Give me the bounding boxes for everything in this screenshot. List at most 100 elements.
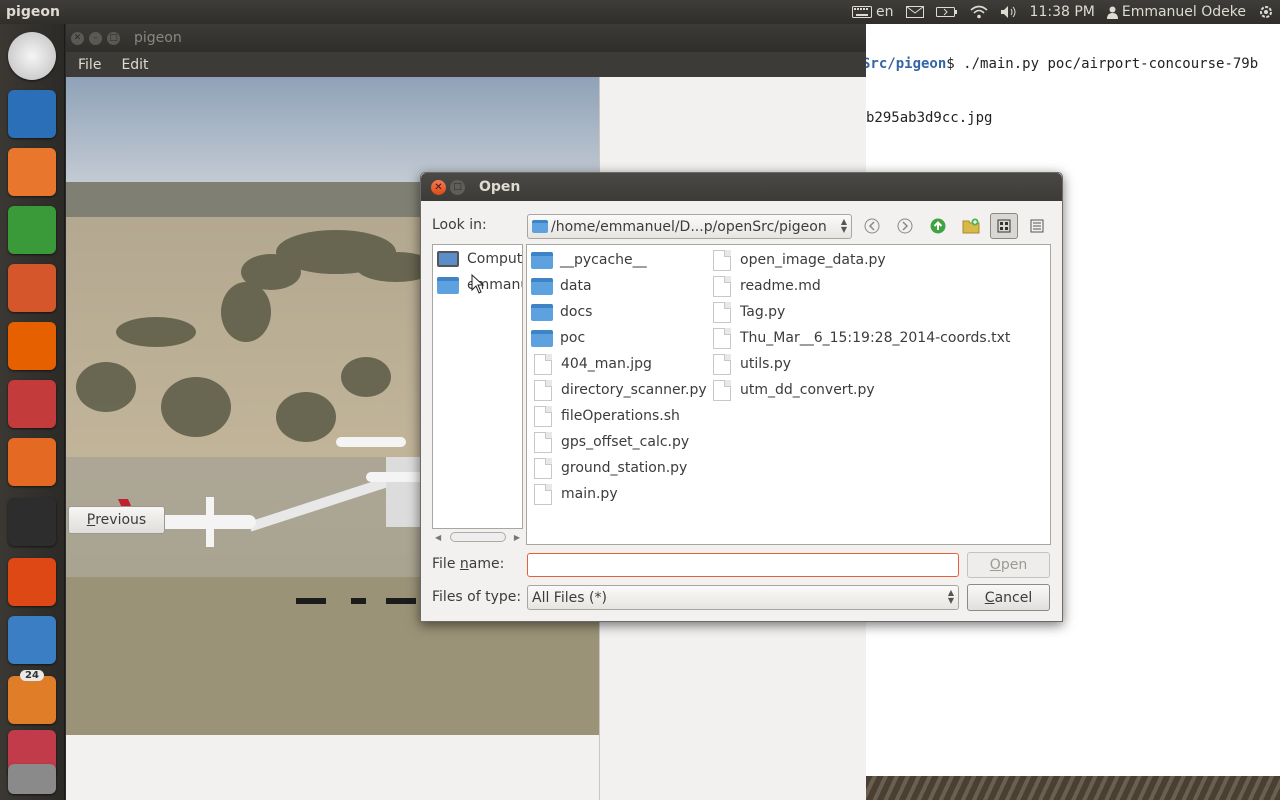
list-item[interactable]: 404_man.jpg bbox=[531, 352, 652, 376]
files-of-type-combo[interactable]: All Files (*) ▲ ▼ bbox=[527, 585, 959, 610]
list-item[interactable]: fileOperations.sh bbox=[531, 404, 680, 428]
libreoffice-impress-icon[interactable] bbox=[8, 264, 56, 312]
sidebar-hscrollbar[interactable]: ◀ ▶ bbox=[432, 530, 523, 544]
list-item[interactable]: main.py bbox=[531, 482, 618, 506]
clock[interactable]: 11:38 PM bbox=[1030, 4, 1095, 20]
previous-label: revious bbox=[95, 512, 147, 528]
list-item[interactable]: utm_dd_convert.py bbox=[710, 378, 875, 402]
list-item[interactable]: data bbox=[531, 274, 592, 298]
terminal-command: $ ./main.py poc/airport-concourse-79b bbox=[946, 56, 1259, 72]
maximize-icon[interactable]: □ bbox=[450, 179, 465, 195]
dialog-title: Open bbox=[479, 179, 521, 195]
mail-icon[interactable] bbox=[905, 6, 924, 18]
detail-view-button[interactable] bbox=[1023, 213, 1051, 239]
libreoffice-writer-icon[interactable] bbox=[8, 90, 56, 138]
file-icon bbox=[534, 353, 552, 375]
back-button[interactable] bbox=[858, 213, 886, 239]
file-icon bbox=[713, 353, 731, 375]
user-menu[interactable]: Emmanuel Odeke bbox=[1106, 4, 1246, 20]
file-icon bbox=[534, 379, 552, 401]
keyboard-layout-label: en bbox=[876, 4, 894, 20]
dialog-titlebar[interactable]: ✕ □ Open bbox=[421, 173, 1062, 201]
file-name: ground_station.py bbox=[561, 460, 688, 476]
new-folder-button[interactable] bbox=[957, 213, 985, 239]
trash-icon[interactable] bbox=[8, 764, 56, 794]
pigeon-titlebar[interactable]: ✕ – □ pigeon bbox=[66, 24, 866, 52]
list-item[interactable]: __pycache__ bbox=[531, 248, 647, 272]
chromium-icon[interactable] bbox=[8, 616, 56, 664]
sidebar-item-computer[interactable]: Computer bbox=[437, 247, 523, 271]
wifi-icon[interactable] bbox=[970, 5, 988, 19]
file-icon bbox=[713, 301, 731, 323]
list-item[interactable]: Tag.py bbox=[710, 300, 785, 324]
list-item[interactable]: docs bbox=[531, 300, 592, 324]
forward-button[interactable] bbox=[891, 213, 919, 239]
list-item[interactable]: open_image_data.py bbox=[710, 248, 886, 272]
list-item[interactable]: readme.md bbox=[710, 274, 821, 298]
scroll-right-icon[interactable]: ▶ bbox=[514, 533, 520, 542]
files-of-type-label: Files of type: bbox=[432, 589, 522, 605]
folder-icon bbox=[531, 251, 553, 269]
menu-file[interactable]: File bbox=[70, 57, 109, 73]
list-item[interactable]: directory_scanner.py bbox=[531, 378, 707, 402]
terminal-icon[interactable] bbox=[8, 498, 56, 546]
file-name: directory_scanner.py bbox=[561, 382, 707, 398]
look-in-combo[interactable]: /home/emmanuel/D...p/openSrc/pigeon ▲ ▼ bbox=[527, 214, 852, 239]
list-view-button[interactable] bbox=[990, 213, 1018, 239]
power-gear-icon[interactable] bbox=[1258, 4, 1274, 20]
scrollbar-thumb[interactable] bbox=[449, 532, 506, 542]
active-app-name: pigeon bbox=[6, 4, 60, 20]
menu-edit[interactable]: Edit bbox=[113, 57, 156, 73]
keyboard-indicator[interactable]: en bbox=[852, 4, 894, 20]
new-folder-icon bbox=[962, 218, 980, 234]
file-name-input[interactable] bbox=[527, 553, 959, 577]
firefox-icon[interactable] bbox=[8, 322, 56, 370]
volume-icon[interactable] bbox=[1000, 5, 1018, 19]
indicator-area: en 11:38 PM Emmanuel Odeke bbox=[852, 4, 1280, 20]
close-icon[interactable]: ✕ bbox=[71, 31, 84, 45]
list-item[interactable]: ground_station.py bbox=[531, 456, 687, 480]
previous-button[interactable]: Previous bbox=[68, 506, 165, 534]
open-label: pen bbox=[1000, 557, 1028, 573]
pigeon-window-title: pigeon bbox=[134, 30, 182, 46]
update-manager-icon[interactable]: 24 bbox=[8, 670, 56, 724]
cancel-button[interactable]: Cancel bbox=[967, 584, 1050, 611]
file-icon bbox=[713, 327, 731, 349]
files-icon[interactable] bbox=[8, 148, 56, 196]
desktop-wallpaper bbox=[866, 776, 1280, 800]
user-name: Emmanuel Odeke bbox=[1121, 4, 1246, 20]
terminal-command-line: Src/pigeon$ ./main.py poc/airport-concou… bbox=[866, 56, 1258, 72]
file-name: utm_dd_convert.py bbox=[740, 382, 875, 398]
minimize-icon[interactable]: – bbox=[89, 31, 102, 45]
folder-icon bbox=[531, 329, 553, 347]
list-item[interactable]: Thu_Mar__6_15:19:28_2014-coords.txt bbox=[710, 326, 1010, 350]
scroll-left-icon[interactable]: ◀ bbox=[435, 533, 441, 542]
file-name-label-part: File bbox=[432, 556, 460, 572]
folder-name: data bbox=[560, 278, 592, 294]
folder-name: poc bbox=[560, 330, 586, 346]
file-name: Tag.py bbox=[740, 304, 786, 320]
libreoffice-calc-icon[interactable] bbox=[8, 206, 56, 254]
home-folder-icon bbox=[437, 276, 459, 294]
close-icon[interactable]: ✕ bbox=[431, 179, 446, 195]
maximize-icon[interactable]: □ bbox=[107, 31, 120, 45]
list-item[interactable]: utils.py bbox=[710, 352, 791, 376]
list-item[interactable]: gps_offset_calc.py bbox=[531, 430, 689, 454]
up-arrow-icon bbox=[930, 218, 946, 234]
folder-icon bbox=[531, 277, 553, 295]
ubuntu-one-icon[interactable] bbox=[8, 558, 56, 606]
computer-icon bbox=[437, 251, 459, 267]
battery-icon[interactable] bbox=[935, 6, 958, 18]
back-arrow-icon bbox=[864, 218, 880, 234]
system-settings-icon[interactable] bbox=[8, 380, 56, 428]
open-button[interactable]: Open bbox=[967, 552, 1050, 578]
file-name: open_image_data.py bbox=[740, 252, 886, 268]
parent-directory-button[interactable] bbox=[924, 213, 952, 239]
file-icon bbox=[713, 249, 731, 271]
sidebar-item-label: Computer bbox=[467, 251, 523, 267]
file-icon bbox=[713, 275, 731, 297]
software-center-icon[interactable] bbox=[8, 438, 56, 486]
dash-home-icon[interactable] bbox=[8, 32, 56, 80]
list-item[interactable]: poc bbox=[531, 326, 585, 350]
launcher: 24 bbox=[0, 24, 65, 800]
